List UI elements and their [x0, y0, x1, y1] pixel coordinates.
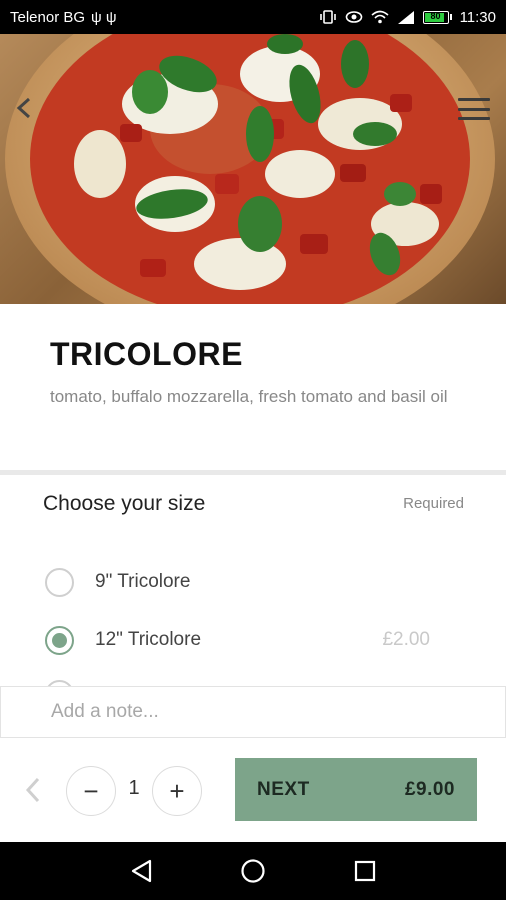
next-button[interactable]: NEXT £9.00: [235, 758, 477, 821]
size-option-12-inch[interactable]: 12" Tricolore £2.00: [45, 622, 465, 658]
menu-icon-line: [458, 98, 490, 101]
back-button[interactable]: [8, 92, 40, 124]
system-navigation-bar: [0, 842, 506, 900]
carrier-name: Telenor BG: [10, 8, 86, 26]
battery-level: 80: [430, 10, 441, 21]
note-input[interactable]: [51, 701, 471, 723]
product-info: TRICOLORE tomato, buffalo mozzarella, fr…: [0, 304, 506, 470]
signal-icon: [397, 11, 414, 24]
menu-icon-line: [458, 117, 490, 120]
menu-button[interactable]: [456, 94, 492, 124]
nav-recents-button[interactable]: [350, 856, 380, 886]
size-option-9-inch[interactable]: 9" Tricolore: [45, 564, 465, 600]
required-label: Required: [403, 495, 464, 512]
product-description: tomato, buffalo mozzarella, fresh tomato…: [50, 387, 448, 406]
next-button-label: NEXT: [257, 778, 310, 800]
radio-button[interactable]: [45, 567, 74, 597]
order-action-bar: − 1 + NEXT £9.00: [0, 738, 506, 842]
triangle-back-icon: [131, 859, 152, 883]
decrease-quantity-button[interactable]: −: [66, 766, 116, 816]
nav-home-button[interactable]: [238, 856, 268, 886]
status-left: Telenor BG ψ ψ: [10, 9, 117, 26]
status-right: 80 11:30: [319, 9, 496, 26]
pizza-photo: [0, 34, 506, 304]
previous-button[interactable]: [20, 775, 46, 805]
battery-tip: [449, 14, 452, 20]
increase-quantity-button[interactable]: +: [152, 766, 202, 816]
size-option-label: 12" Tricolore: [95, 629, 202, 650]
battery-icon: 80: [422, 10, 452, 24]
battery-body: 80: [422, 10, 449, 24]
circle-home-icon: [241, 859, 265, 883]
nav-back-button[interactable]: [126, 856, 156, 886]
chevron-left-icon: [16, 97, 31, 119]
radio-button-selected[interactable]: [45, 625, 74, 655]
size-option-label: 9" Tricolore: [95, 571, 191, 592]
pizza-illustration: [5, 34, 495, 304]
eye-icon: [345, 11, 362, 23]
vibrate-icon: [319, 10, 336, 24]
size-option-price: £2.00: [382, 629, 430, 650]
size-selector: Choose your size Required 9" Tricolore 1…: [0, 475, 506, 687]
status-bar: Telenor BG ψ ψ 80 11:30: [0, 0, 506, 34]
product-title: TRICOLORE: [50, 336, 243, 372]
note-field[interactable]: [0, 686, 506, 738]
quantity-value: 1: [128, 777, 140, 799]
next-button-price: £9.00: [404, 778, 455, 800]
usb-icon: ψ ψ: [91, 8, 117, 26]
menu-icon-line: [458, 107, 490, 111]
size-header: Choose your size: [43, 492, 206, 515]
square-recents-icon: [354, 860, 376, 882]
chevron-left-icon: [25, 777, 40, 803]
clock: 11:30: [459, 8, 496, 26]
wifi-icon: [371, 10, 389, 24]
